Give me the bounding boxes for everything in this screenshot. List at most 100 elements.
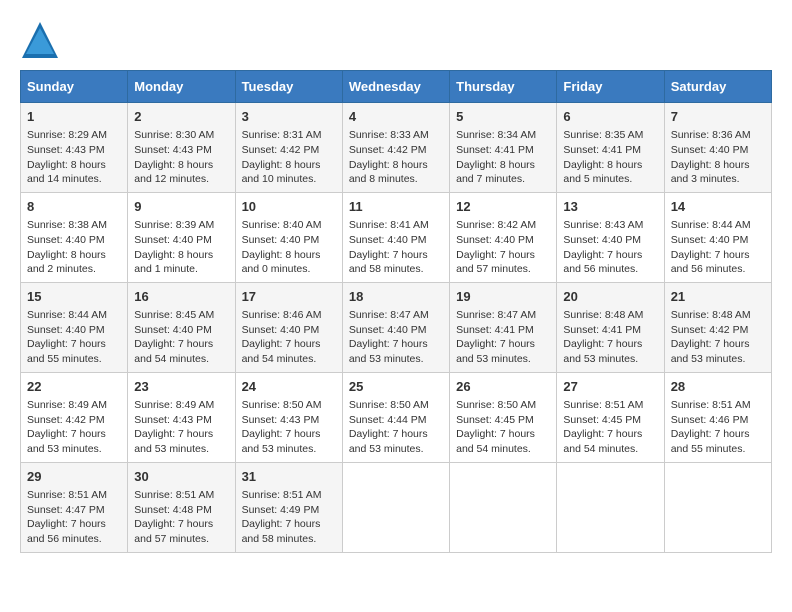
calendar-cell: 3 Sunrise: 8:31 AM Sunset: 4:42 PM Daylig… bbox=[235, 103, 342, 193]
logo bbox=[20, 20, 64, 60]
calendar-cell: 30Sunrise: 8:51 AM Sunset: 4:48 PM Dayli… bbox=[128, 462, 235, 552]
calendar-cell: 17 Sunrise: 8:46 AM Sunset: 4:40 PM Dayli… bbox=[235, 282, 342, 372]
day-number: 13 bbox=[563, 198, 657, 216]
calendar-cell: 28 Sunrise: 8:51 AM Sunset: 4:46 PM Dayli… bbox=[664, 372, 771, 462]
day-number: 19 bbox=[456, 288, 550, 306]
day-number: 10 bbox=[242, 198, 336, 216]
calendar-cell: 31 Sunrise: 8:51 AM Sunset: 4:49 PM Dayli… bbox=[235, 462, 342, 552]
day-header-monday: Monday bbox=[128, 71, 235, 103]
day-info: Sunrise: 8:34 AM Sunset: 4:41 PM Dayligh… bbox=[456, 128, 550, 187]
calendar-cell: 2 Sunrise: 8:30 AM Sunset: 4:43 PM Daylig… bbox=[128, 103, 235, 193]
day-info: Sunrise: 8:51 AM Sunset: 4:46 PM Dayligh… bbox=[671, 398, 765, 457]
day-info: Sunrise: 8:31 AM Sunset: 4:42 PM Dayligh… bbox=[242, 128, 336, 187]
day-info: Sunrise: 8:40 AM Sunset: 4:40 PM Dayligh… bbox=[242, 218, 336, 277]
day-info: Sunrise: 8:48 AM Sunset: 4:42 PM Dayligh… bbox=[671, 308, 765, 367]
day-info: Sunrise: 8:41 AM Sunset: 4:40 PM Dayligh… bbox=[349, 218, 443, 277]
day-info: Sunrise: 8:48 AM Sunset: 4:41 PM Dayligh… bbox=[563, 308, 657, 367]
day-info: Sunrise: 8:51 AM Sunset: 4:49 PM Dayligh… bbox=[242, 488, 336, 547]
calendar-header-row: SundayMondayTuesdayWednesdayThursdayFrid… bbox=[21, 71, 772, 103]
day-number: 21 bbox=[671, 288, 765, 306]
day-info: Sunrise: 8:44 AM Sunset: 4:40 PM Dayligh… bbox=[27, 308, 121, 367]
day-number: 14 bbox=[671, 198, 765, 216]
day-info: Sunrise: 8:38 AM Sunset: 4:40 PM Dayligh… bbox=[27, 218, 121, 277]
calendar-week-4: 22 Sunrise: 8:49 AM Sunset: 4:42 PM Dayli… bbox=[21, 372, 772, 462]
calendar-cell: 24Sunrise: 8:50 AM Sunset: 4:43 PM Dayli… bbox=[235, 372, 342, 462]
calendar-cell: 7Sunrise: 8:36 AM Sunset: 4:40 PM Daylig… bbox=[664, 103, 771, 193]
calendar-week-1: 1 Sunrise: 8:29 AM Sunset: 4:43 PM Daylig… bbox=[21, 103, 772, 193]
calendar-cell bbox=[342, 462, 449, 552]
day-number: 4 bbox=[349, 108, 443, 126]
day-info: Sunrise: 8:50 AM Sunset: 4:43 PM Dayligh… bbox=[242, 398, 336, 457]
day-number: 31 bbox=[242, 468, 336, 486]
calendar-cell: 5 Sunrise: 8:34 AM Sunset: 4:41 PM Daylig… bbox=[450, 103, 557, 193]
day-info: Sunrise: 8:29 AM Sunset: 4:43 PM Dayligh… bbox=[27, 128, 121, 187]
day-info: Sunrise: 8:45 AM Sunset: 4:40 PM Dayligh… bbox=[134, 308, 228, 367]
day-header-thursday: Thursday bbox=[450, 71, 557, 103]
day-info: Sunrise: 8:47 AM Sunset: 4:40 PM Dayligh… bbox=[349, 308, 443, 367]
calendar-cell: 11 Sunrise: 8:41 AM Sunset: 4:40 PM Dayli… bbox=[342, 192, 449, 282]
day-info: Sunrise: 8:51 AM Sunset: 4:45 PM Dayligh… bbox=[563, 398, 657, 457]
day-number: 9 bbox=[134, 198, 228, 216]
day-number: 22 bbox=[27, 378, 121, 396]
day-header-wednesday: Wednesday bbox=[342, 71, 449, 103]
calendar-cell: 10 Sunrise: 8:40 AM Sunset: 4:40 PM Dayli… bbox=[235, 192, 342, 282]
day-info: Sunrise: 8:49 AM Sunset: 4:43 PM Dayligh… bbox=[134, 398, 228, 457]
calendar-cell: 26 Sunrise: 8:50 AM Sunset: 4:45 PM Dayli… bbox=[450, 372, 557, 462]
day-header-tuesday: Tuesday bbox=[235, 71, 342, 103]
day-number: 25 bbox=[349, 378, 443, 396]
day-info: Sunrise: 8:47 AM Sunset: 4:41 PM Dayligh… bbox=[456, 308, 550, 367]
calendar-cell: 22 Sunrise: 8:49 AM Sunset: 4:42 PM Dayli… bbox=[21, 372, 128, 462]
calendar-week-5: 29 Sunrise: 8:51 AM Sunset: 4:47 PM Dayli… bbox=[21, 462, 772, 552]
calendar-cell: 29 Sunrise: 8:51 AM Sunset: 4:47 PM Dayli… bbox=[21, 462, 128, 552]
calendar-cell: 19 Sunrise: 8:47 AM Sunset: 4:41 PM Dayli… bbox=[450, 282, 557, 372]
day-number: 27 bbox=[563, 378, 657, 396]
page-header bbox=[20, 20, 772, 60]
day-info: Sunrise: 8:51 AM Sunset: 4:47 PM Dayligh… bbox=[27, 488, 121, 547]
day-number: 3 bbox=[242, 108, 336, 126]
calendar-cell: 14 Sunrise: 8:44 AM Sunset: 4:40 PM Dayli… bbox=[664, 192, 771, 282]
calendar-cell: 20 Sunrise: 8:48 AM Sunset: 4:41 PM Dayli… bbox=[557, 282, 664, 372]
calendar-cell: 18 Sunrise: 8:47 AM Sunset: 4:40 PM Dayli… bbox=[342, 282, 449, 372]
day-number: 1 bbox=[27, 108, 121, 126]
day-number: 17 bbox=[242, 288, 336, 306]
calendar-week-2: 8Sunrise: 8:38 AM Sunset: 4:40 PM Daylig… bbox=[21, 192, 772, 282]
day-number: 15 bbox=[27, 288, 121, 306]
day-number: 20 bbox=[563, 288, 657, 306]
day-number: 6 bbox=[563, 108, 657, 126]
day-number: 5 bbox=[456, 108, 550, 126]
calendar-cell: 1 Sunrise: 8:29 AM Sunset: 4:43 PM Daylig… bbox=[21, 103, 128, 193]
day-number: 29 bbox=[27, 468, 121, 486]
calendar-cell: 9 Sunrise: 8:39 AM Sunset: 4:40 PM Daylig… bbox=[128, 192, 235, 282]
day-number: 12 bbox=[456, 198, 550, 216]
day-header-saturday: Saturday bbox=[664, 71, 771, 103]
calendar-cell: 6 Sunrise: 8:35 AM Sunset: 4:41 PM Daylig… bbox=[557, 103, 664, 193]
day-number: 26 bbox=[456, 378, 550, 396]
calendar-cell: 15 Sunrise: 8:44 AM Sunset: 4:40 PM Dayli… bbox=[21, 282, 128, 372]
day-info: Sunrise: 8:30 AM Sunset: 4:43 PM Dayligh… bbox=[134, 128, 228, 187]
day-number: 11 bbox=[349, 198, 443, 216]
day-info: Sunrise: 8:49 AM Sunset: 4:42 PM Dayligh… bbox=[27, 398, 121, 457]
day-info: Sunrise: 8:35 AM Sunset: 4:41 PM Dayligh… bbox=[563, 128, 657, 187]
calendar-cell: 13 Sunrise: 8:43 AM Sunset: 4:40 PM Dayli… bbox=[557, 192, 664, 282]
day-info: Sunrise: 8:39 AM Sunset: 4:40 PM Dayligh… bbox=[134, 218, 228, 277]
day-number: 7 bbox=[671, 108, 765, 126]
day-number: 2 bbox=[134, 108, 228, 126]
day-info: Sunrise: 8:51 AM Sunset: 4:48 PM Dayligh… bbox=[134, 488, 228, 547]
calendar-cell: 21 Sunrise: 8:48 AM Sunset: 4:42 PM Dayli… bbox=[664, 282, 771, 372]
calendar-cell: 23Sunrise: 8:49 AM Sunset: 4:43 PM Dayli… bbox=[128, 372, 235, 462]
day-number: 16 bbox=[134, 288, 228, 306]
day-number: 18 bbox=[349, 288, 443, 306]
day-number: 28 bbox=[671, 378, 765, 396]
calendar-cell: 8Sunrise: 8:38 AM Sunset: 4:40 PM Daylig… bbox=[21, 192, 128, 282]
day-info: Sunrise: 8:50 AM Sunset: 4:45 PM Dayligh… bbox=[456, 398, 550, 457]
calendar-cell bbox=[664, 462, 771, 552]
calendar-cell: 4Sunrise: 8:33 AM Sunset: 4:42 PM Daylig… bbox=[342, 103, 449, 193]
calendar-cell bbox=[450, 462, 557, 552]
calendar-cell: 25Sunrise: 8:50 AM Sunset: 4:44 PM Dayli… bbox=[342, 372, 449, 462]
calendar-table: SundayMondayTuesdayWednesdayThursdayFrid… bbox=[20, 70, 772, 553]
day-header-sunday: Sunday bbox=[21, 71, 128, 103]
day-info: Sunrise: 8:46 AM Sunset: 4:40 PM Dayligh… bbox=[242, 308, 336, 367]
day-info: Sunrise: 8:44 AM Sunset: 4:40 PM Dayligh… bbox=[671, 218, 765, 277]
day-info: Sunrise: 8:43 AM Sunset: 4:40 PM Dayligh… bbox=[563, 218, 657, 277]
logo-icon bbox=[20, 20, 60, 60]
